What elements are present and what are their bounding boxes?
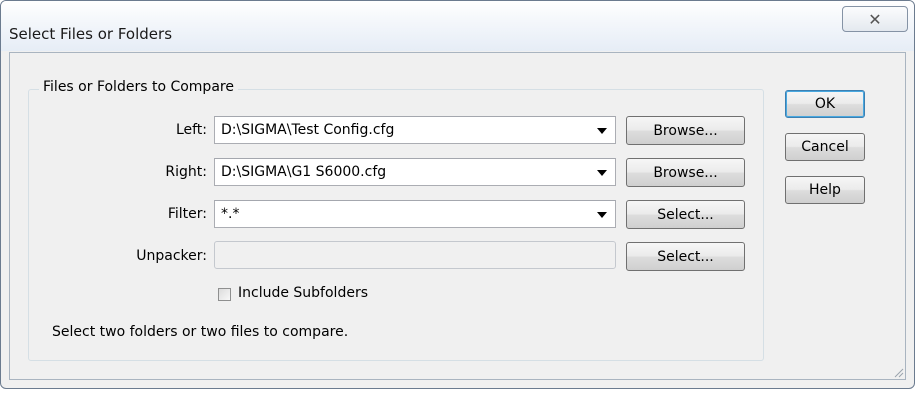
close-button[interactable]: ✕ (842, 6, 908, 32)
unpacker-label: Unpacker: (136, 248, 207, 264)
left-browse-button[interactable]: Browse... (626, 116, 745, 145)
right-browse-button[interactable]: Browse... (626, 158, 745, 187)
include-subfolders-checkbox[interactable] (218, 288, 231, 301)
unpacker-select-button[interactable]: Select... (626, 242, 745, 271)
filter-label: Filter: (167, 206, 207, 222)
resize-grip-icon[interactable] (892, 366, 904, 378)
dialog-window: Select Files or Folders ✕ Files or Folde… (0, 0, 915, 389)
title-bar: Select Files or Folders ✕ (1, 1, 914, 51)
filter-value: *.* (221, 206, 240, 222)
dialog-title: Select Files or Folders (9, 25, 173, 43)
left-path-value: D:\SIGMA\Test Config.cfg (221, 122, 395, 138)
left-path-combo[interactable]: D:\SIGMA\Test Config.cfg (214, 116, 616, 144)
help-button[interactable]: Help (785, 176, 865, 204)
filter-select-button[interactable]: Select... (626, 200, 745, 229)
right-label: Right: (165, 164, 207, 180)
right-path-value: D:\SIGMA\G1 S6000.cfg (221, 164, 387, 180)
include-subfolders-label[interactable]: Include Subfolders (238, 285, 368, 301)
filter-combo[interactable]: *.* (214, 200, 616, 228)
chevron-down-icon[interactable] (597, 170, 607, 176)
status-message: Select two folders or two files to compa… (52, 324, 349, 340)
right-path-combo[interactable]: D:\SIGMA\G1 S6000.cfg (214, 158, 616, 186)
close-icon: ✕ (868, 9, 882, 29)
chevron-down-icon[interactable] (597, 128, 607, 134)
cancel-button[interactable]: Cancel (785, 133, 865, 161)
left-label: Left: (175, 122, 207, 138)
groupbox-legend: Files or Folders to Compare (39, 79, 238, 95)
unpacker-field (214, 241, 616, 269)
chevron-down-icon[interactable] (597, 212, 607, 218)
ok-button[interactable]: OK (785, 90, 865, 118)
